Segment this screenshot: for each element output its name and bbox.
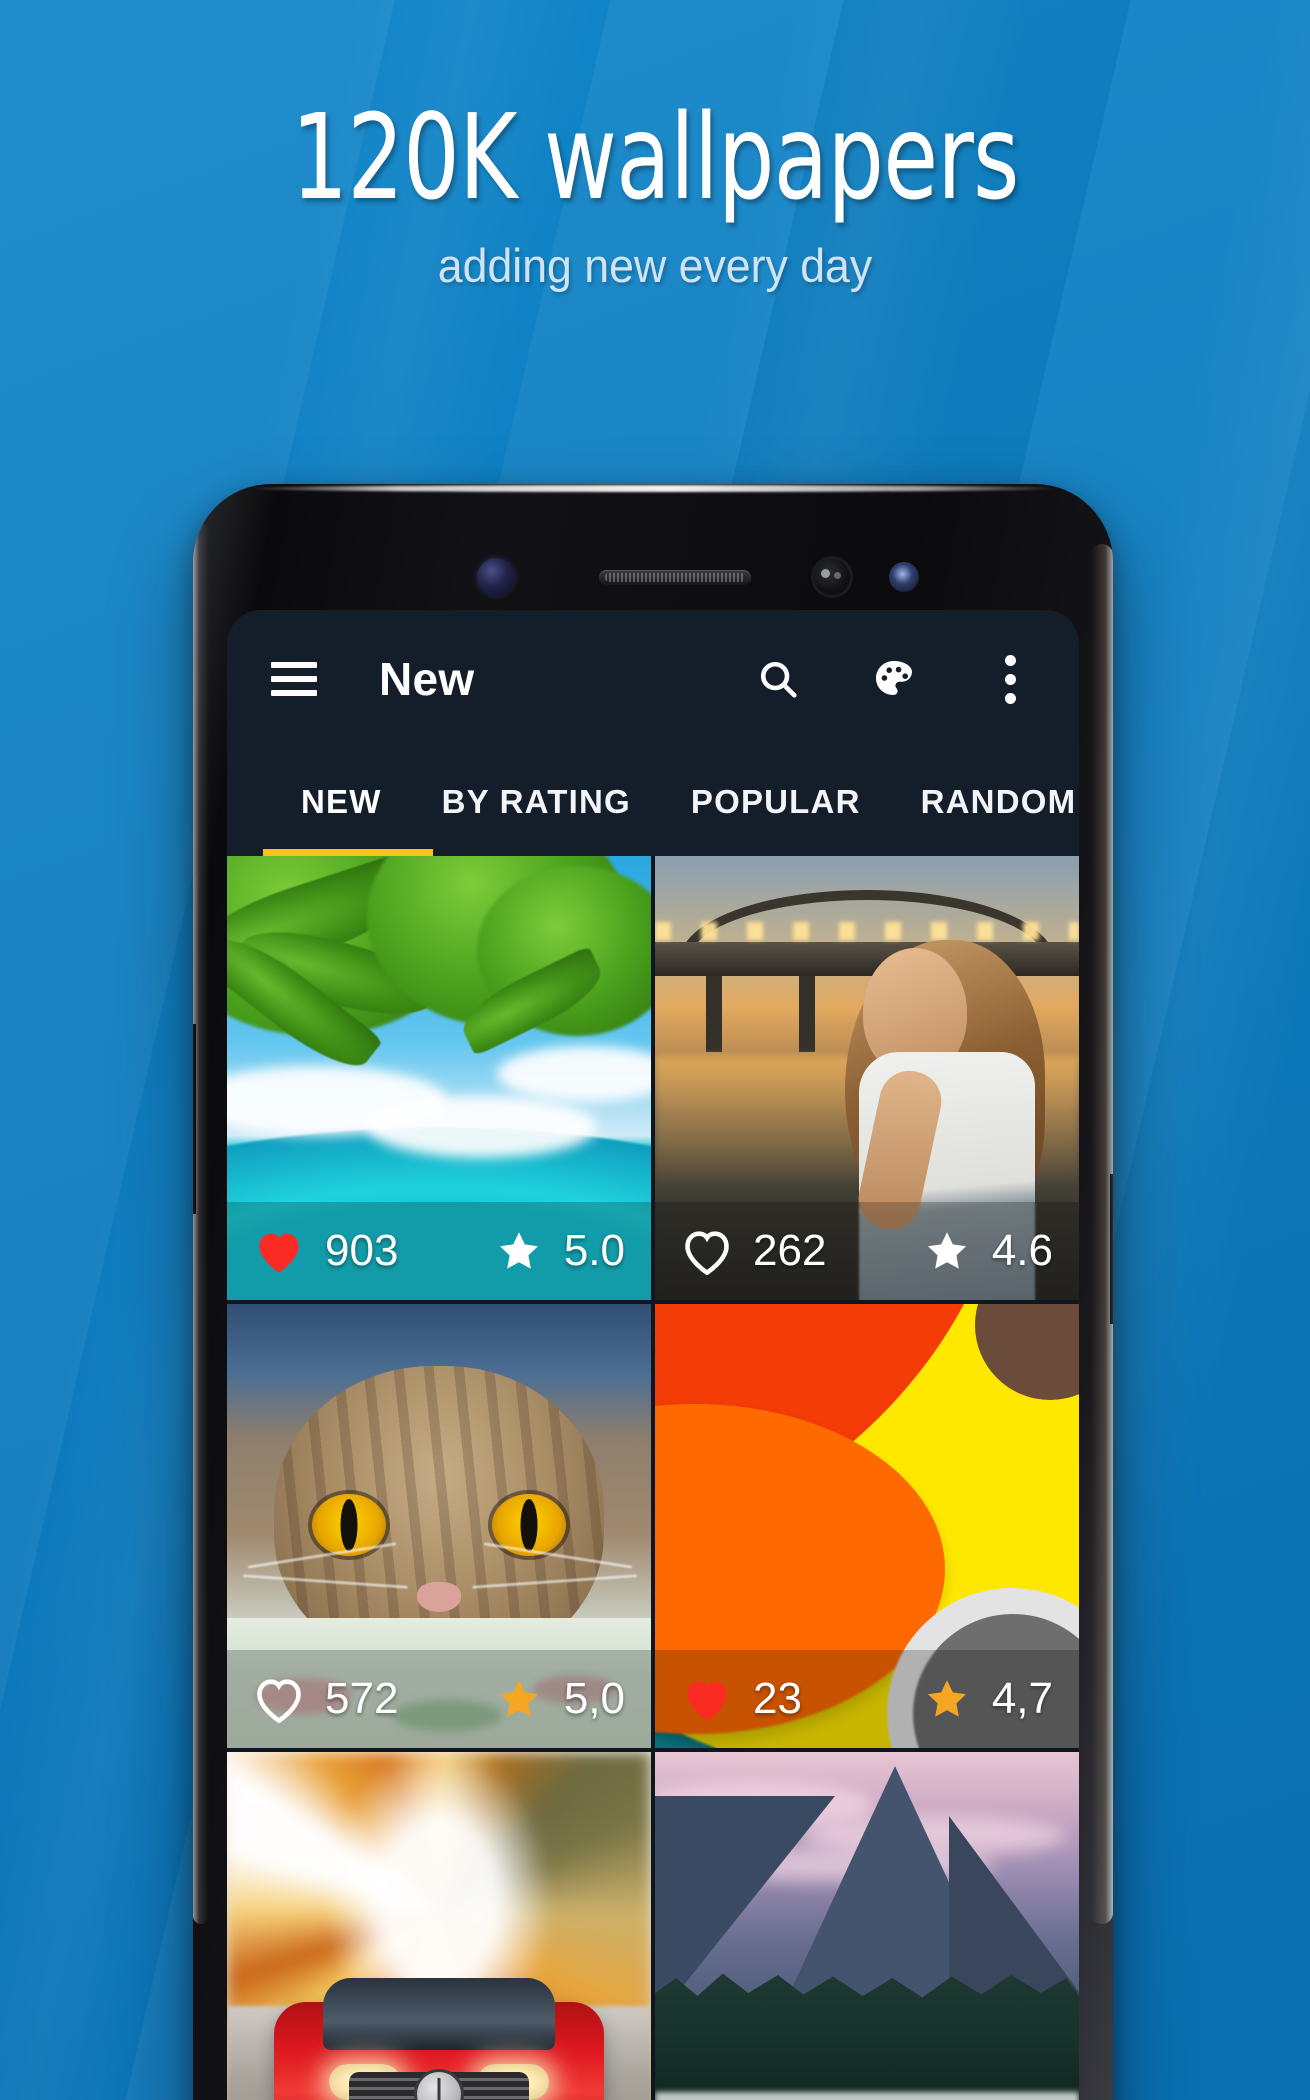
tab-bar: NEW BY RATING POPULAR RANDOM (227, 748, 1079, 856)
wallpaper-card[interactable]: 23 4,7 (655, 1304, 1079, 1748)
red-car-autumn-road-artwork (227, 1752, 651, 2100)
wallpaper-stats: 23 4,7 (655, 1650, 1079, 1748)
heart-filled-icon (259, 1233, 299, 1273)
phone-screen: New NEW BY RATING POPULAR RANDOM 903 5.0… (227, 610, 1079, 2100)
likes-count: 262 (753, 1226, 827, 1275)
wallpaper-card[interactable]: 903 5.0 (227, 856, 651, 1300)
power-button[interactable] (1110, 1174, 1113, 1324)
wallpaper-card[interactable] (655, 1752, 1079, 2100)
promo-text-block: 120K wallpapers adding new every day (0, 0, 1310, 293)
promo-subheadline: adding new every day (437, 238, 873, 292)
app-bar: New (227, 610, 1079, 748)
earpiece-speaker-icon (599, 570, 751, 585)
star-icon (499, 1232, 538, 1269)
likes-stat: 262 (681, 1226, 826, 1276)
heart-filled-icon (687, 1681, 727, 1721)
promo-headline: 120K wallpapers (291, 88, 1019, 226)
likes-count: 23 (753, 1674, 802, 1723)
tab-random[interactable]: RANDOM (891, 783, 1079, 821)
rating-stat: 5,0 (494, 1674, 625, 1724)
page-title: New (379, 653, 475, 705)
likes-stat: 572 (253, 1674, 398, 1724)
front-camera-icon (811, 556, 853, 598)
phone-left-edge-highlight (193, 524, 209, 1924)
likes-stat: 903 (253, 1226, 398, 1276)
star-icon (927, 1680, 966, 1717)
iris-scanner-icon (477, 558, 515, 596)
wallpaper-grid: 903 5.0 262 4.6 572 5,0 23 4,7 (227, 856, 1079, 2100)
rating-stat: 4.6 (922, 1226, 1053, 1276)
rating-value: 4.6 (991, 1226, 1053, 1275)
wallpaper-stats: 903 5.0 (227, 1202, 651, 1300)
mountain-lake-artwork (655, 1752, 1079, 2100)
volume-button[interactable] (193, 1024, 196, 1214)
hamburger-menu-icon[interactable] (271, 662, 317, 696)
rating-stat: 5.0 (494, 1226, 625, 1276)
likes-stat: 23 (681, 1674, 802, 1724)
tab-new[interactable]: NEW (271, 783, 412, 821)
rating-value: 5,0 (563, 1674, 625, 1723)
overflow-menu-icon[interactable] (985, 654, 1035, 704)
phone-mockup: New NEW BY RATING POPULAR RANDOM 903 5.0… (193, 484, 1113, 2100)
wallpaper-card[interactable]: 572 5,0 (227, 1304, 651, 1748)
rating-value: 4,7 (991, 1674, 1053, 1723)
wallpaper-grid-viewport[interactable]: 903 5.0 262 4.6 572 5,0 23 4,7 (227, 856, 1079, 2100)
phone-body: New NEW BY RATING POPULAR RANDOM 903 5.0… (193, 484, 1113, 2100)
likes-count: 903 (325, 1226, 399, 1275)
star-icon (927, 1232, 966, 1269)
palette-icon[interactable] (869, 654, 919, 704)
wallpaper-card[interactable]: 262 4.6 (655, 856, 1079, 1300)
tab-by-rating[interactable]: BY RATING (412, 783, 661, 821)
wallpaper-stats: 572 5,0 (227, 1650, 651, 1748)
wallpaper-card[interactable] (227, 1752, 651, 2100)
app-bar-actions (753, 654, 1035, 704)
heart-outline-icon (257, 1679, 301, 1723)
phone-top-rim (255, 485, 1053, 492)
search-icon[interactable] (753, 654, 803, 704)
proximity-sensor-icon (889, 562, 919, 592)
star-icon (499, 1680, 538, 1717)
likes-count: 572 (325, 1674, 399, 1723)
rating-stat: 4,7 (922, 1674, 1053, 1724)
heart-outline-icon (685, 1231, 729, 1275)
tab-active-indicator (263, 849, 433, 856)
wallpaper-stats: 262 4.6 (655, 1202, 1079, 1300)
tab-popular[interactable]: POPULAR (661, 783, 891, 821)
rating-value: 5.0 (563, 1226, 625, 1275)
